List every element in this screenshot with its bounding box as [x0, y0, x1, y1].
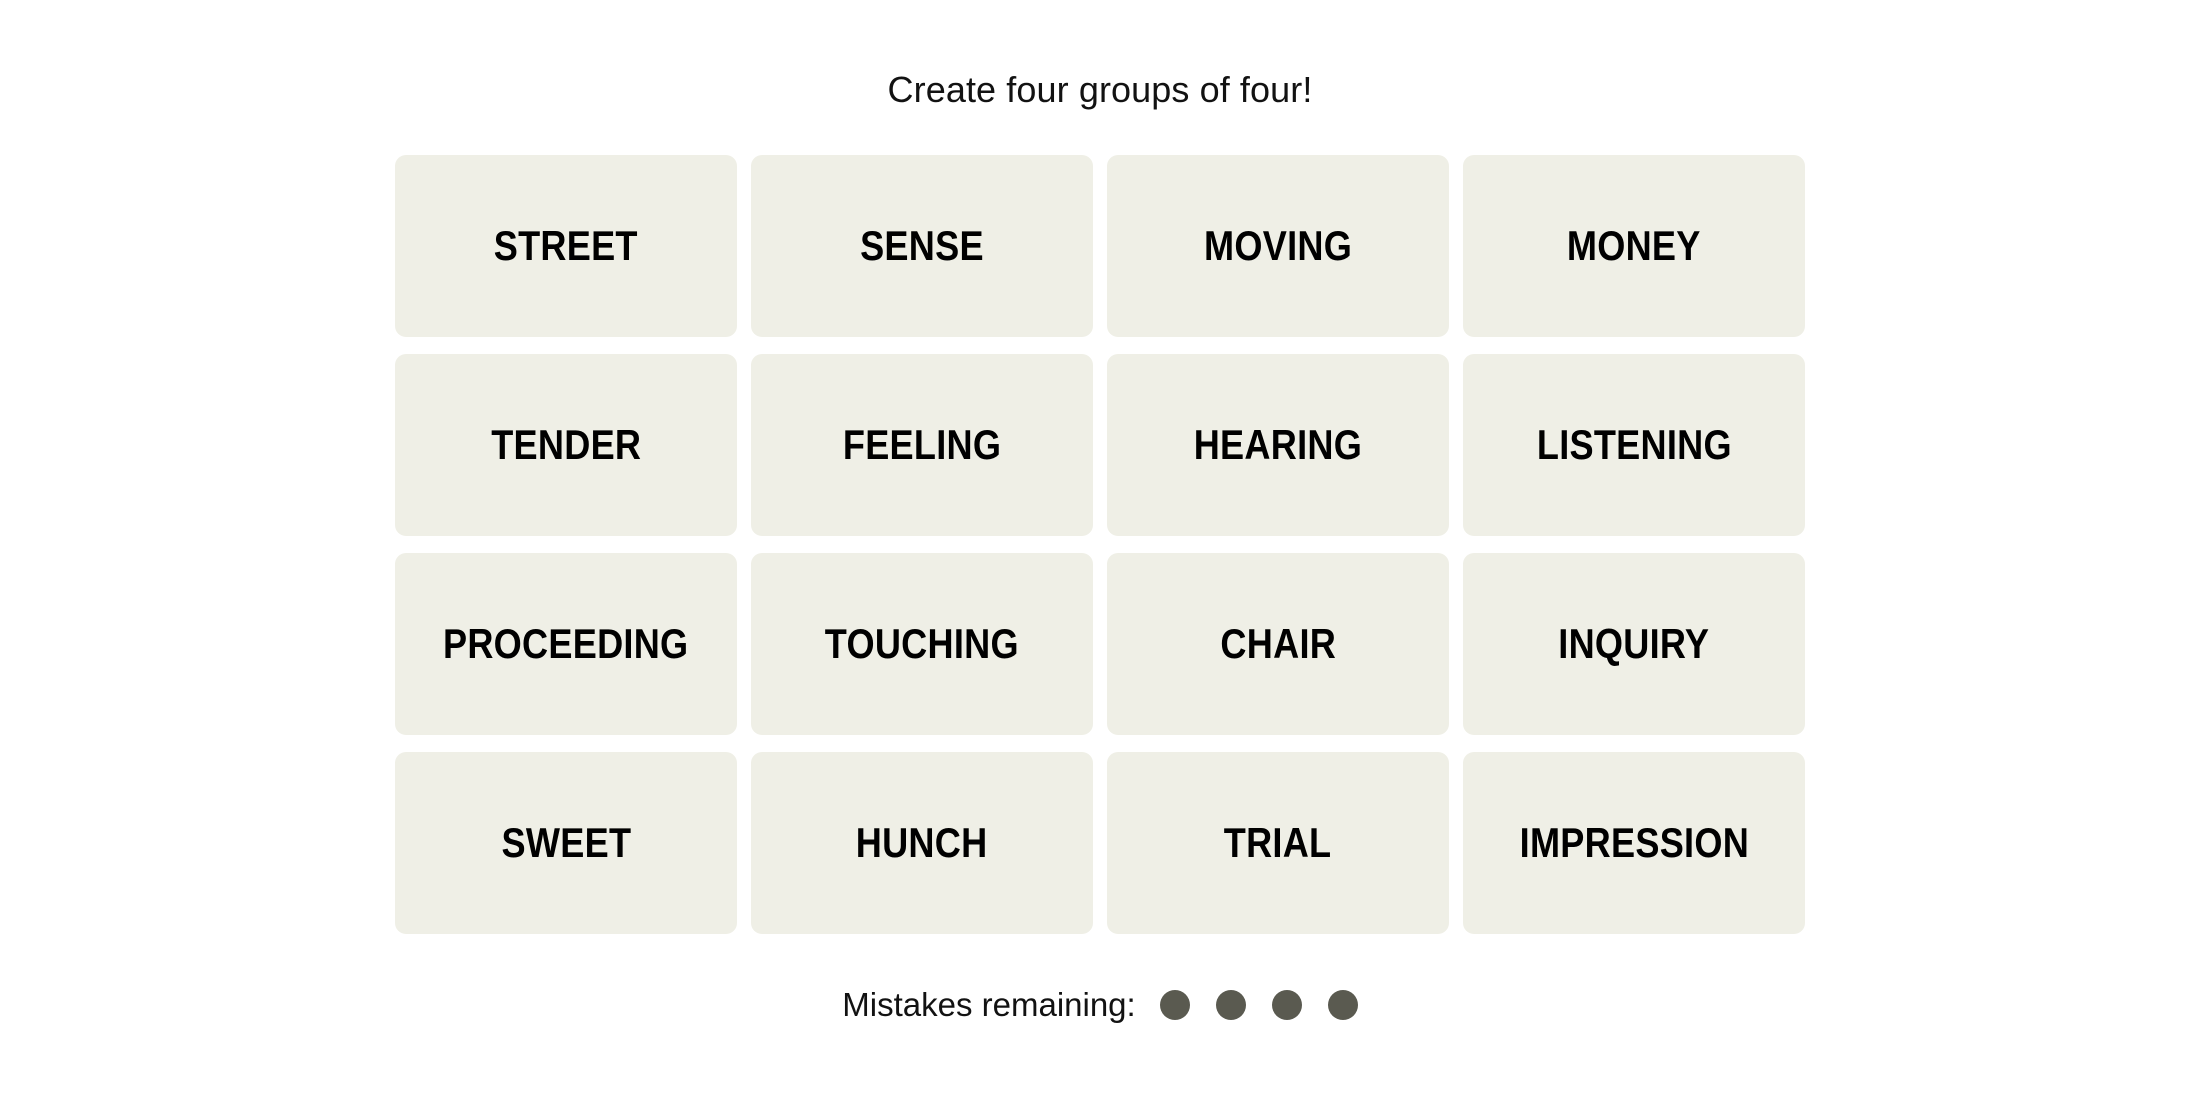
word-grid: STREET SENSE MOVING MONEY TENDER FEELING… — [395, 155, 1805, 934]
word-tile[interactable]: HUNCH — [751, 752, 1093, 934]
word-tile[interactable]: SENSE — [751, 155, 1093, 337]
word-tile[interactable]: LISTENING — [1463, 354, 1805, 536]
word-tile-label: LISTENING — [1536, 421, 1732, 468]
word-tile[interactable]: SWEET — [395, 752, 737, 934]
word-tile[interactable]: CHAIR — [1107, 553, 1449, 735]
word-tile-label: SENSE — [860, 222, 984, 269]
word-tile[interactable]: IMPRESSION — [1463, 752, 1805, 934]
word-tile-label: SWEET — [501, 819, 631, 866]
word-tile-label: TRIAL — [1224, 819, 1332, 866]
word-tile-label: IMPRESSION — [1519, 819, 1749, 866]
page-title: Create four groups of four! — [887, 69, 1313, 110]
mistake-dot-icon — [1159, 989, 1190, 1020]
word-tile-label: FEELING — [842, 421, 1002, 468]
mistakes-remaining-label: Mistakes remaining: — [842, 986, 1136, 1023]
word-tile[interactable]: HEARING — [1107, 354, 1449, 536]
mistake-dot-icon — [1215, 989, 1246, 1020]
word-tile-label: MOVING — [1203, 222, 1353, 269]
mistake-dots — [1159, 989, 1358, 1020]
word-tile-label: HEARING — [1193, 421, 1363, 468]
word-tile-label: STREET — [493, 222, 639, 269]
word-tile[interactable]: STREET — [395, 155, 737, 337]
word-tile[interactable]: MOVING — [1107, 155, 1449, 337]
word-tile[interactable]: INQUIRY — [1463, 553, 1805, 735]
word-tile[interactable]: PROCEEDING — [395, 553, 737, 735]
word-tile[interactable]: TOUCHING — [751, 553, 1093, 735]
mistake-dot-icon — [1327, 989, 1358, 1020]
word-tile-label: INQUIRY — [1558, 620, 1710, 667]
word-tile[interactable]: FEELING — [751, 354, 1093, 536]
word-tile[interactable]: MONEY — [1463, 155, 1805, 337]
mistake-dot-icon — [1271, 989, 1302, 1020]
connections-game: Create four groups of four! STREET SENSE… — [0, 0, 2200, 1100]
word-tile-label: TOUCHING — [824, 620, 1020, 667]
mistakes-remaining: Mistakes remaining: — [842, 986, 1358, 1023]
word-tile-label: HUNCH — [856, 819, 988, 866]
word-tile-label: CHAIR — [1220, 620, 1336, 667]
word-tile-label: MONEY — [1567, 222, 1701, 269]
word-tile-label: PROCEEDING — [443, 620, 689, 667]
word-tile[interactable]: TRIAL — [1107, 752, 1449, 934]
word-tile[interactable]: TENDER — [395, 354, 737, 536]
word-tile-label: TENDER — [490, 421, 642, 468]
